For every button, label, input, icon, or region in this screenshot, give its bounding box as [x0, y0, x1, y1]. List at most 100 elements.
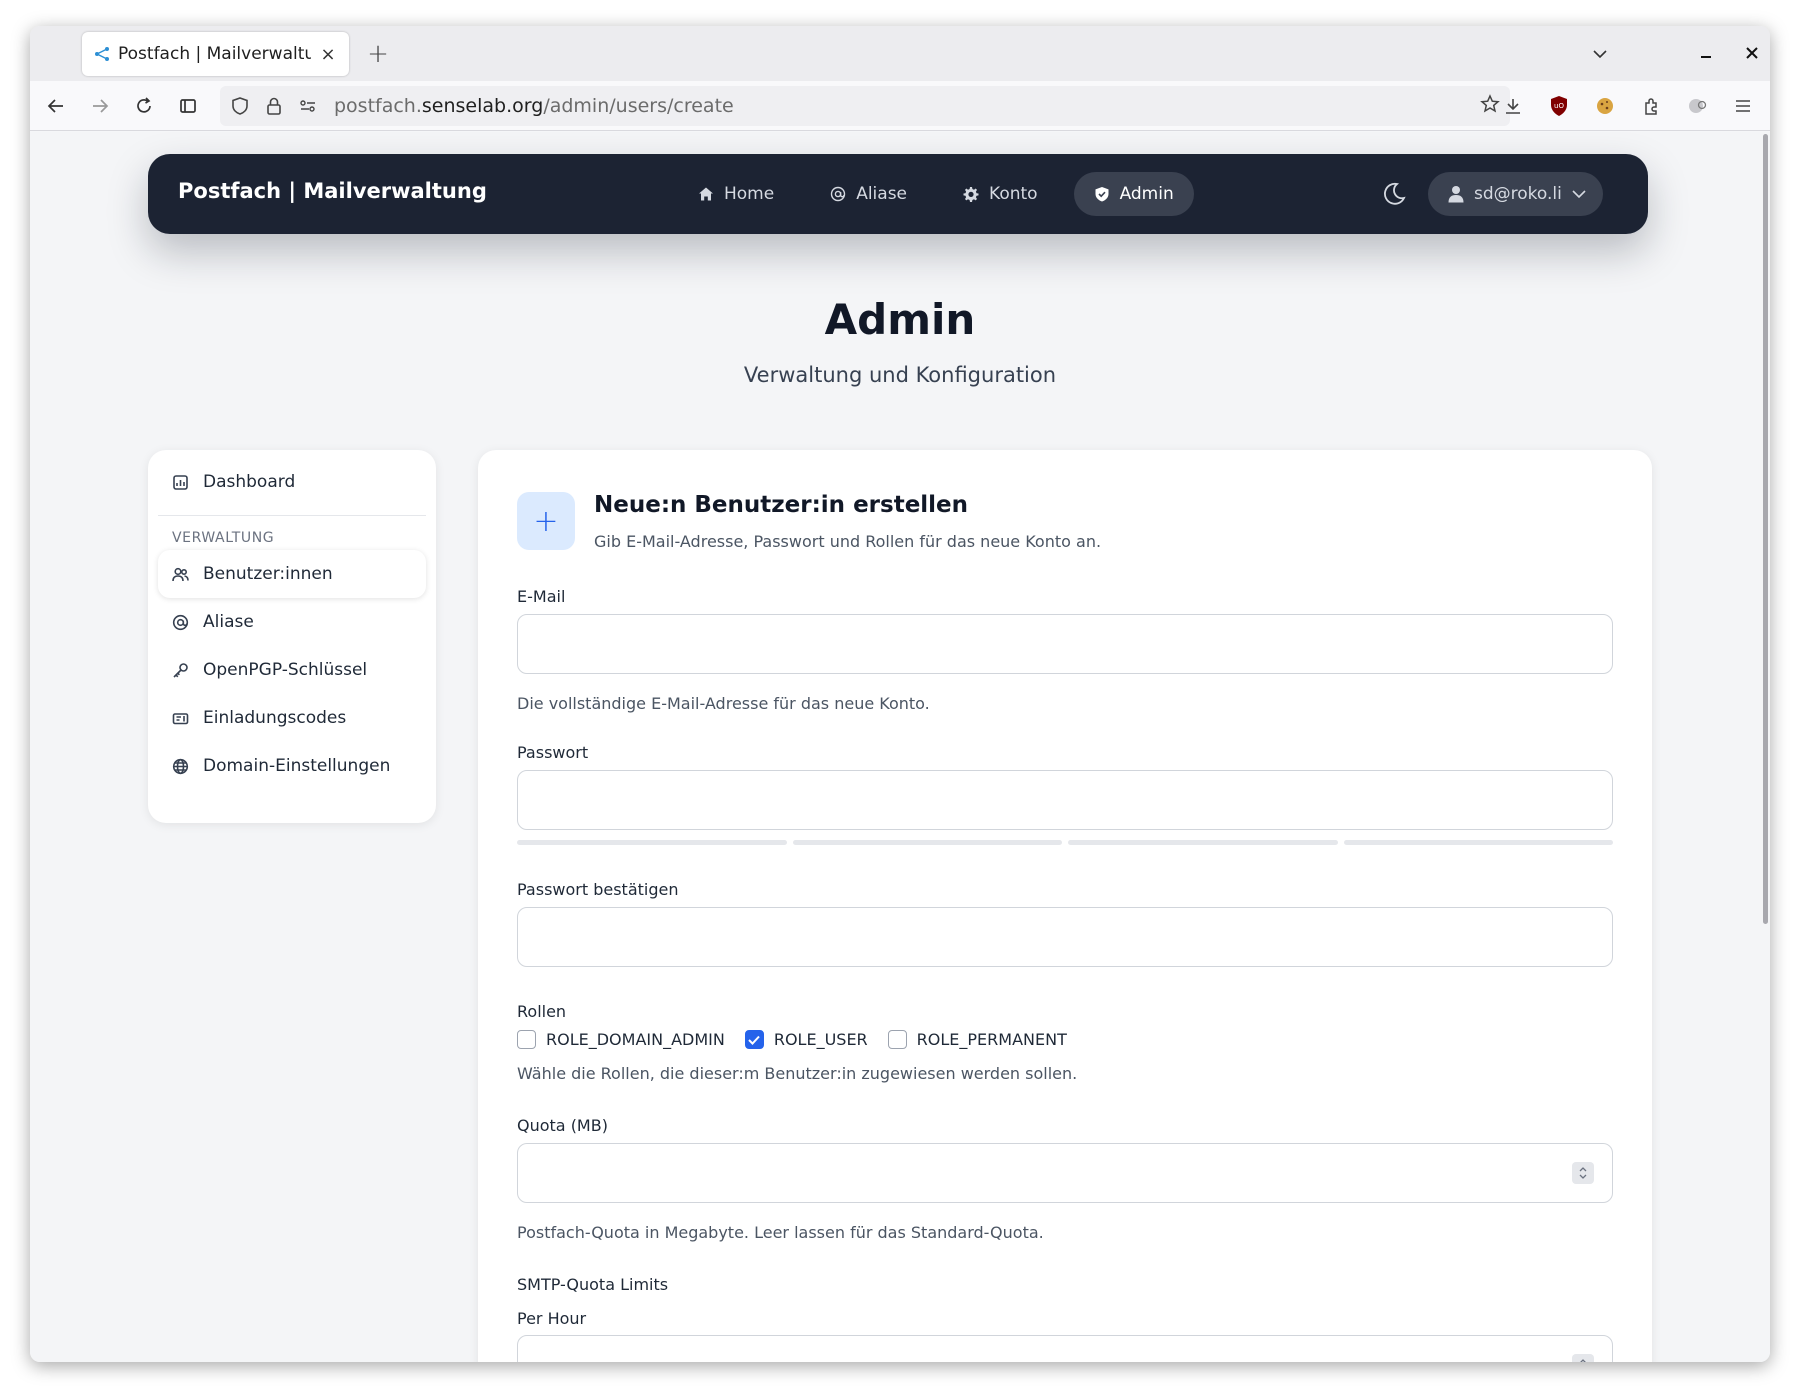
number-spinner-icon[interactable] [1572, 1354, 1594, 1362]
tab-close-icon[interactable]: × [319, 44, 337, 65]
tab-title: Postfach | Mailverwaltung [118, 44, 311, 64]
bookmark-star-icon[interactable] [1480, 94, 1500, 119]
page-scrollbar[interactable] [1763, 134, 1768, 924]
reload-icon[interactable] [122, 86, 166, 126]
strength-segment [1068, 840, 1338, 845]
sidebar-item-label: Dashboard [203, 472, 296, 492]
back-icon[interactable] [34, 86, 78, 126]
browser-toolbar: postfach.senselab.org/admin/users/create… [30, 81, 1770, 131]
nav-admin[interactable]: Admin [1073, 172, 1194, 216]
quota-field[interactable] [517, 1143, 1613, 1203]
menu-icon[interactable] [1730, 93, 1756, 119]
smtp-quota-label: SMTP-Quota Limits [517, 1275, 669, 1294]
tab-list-icon[interactable] [1592, 43, 1608, 64]
sidebar-item-label: Aliase [203, 612, 254, 632]
quota-help: Postfach-Quota in Megabyte. Leer lassen … [517, 1223, 1044, 1242]
nav-aliase[interactable]: Aliase [810, 172, 927, 216]
nav-home[interactable]: Home [678, 172, 794, 216]
account-icon[interactable] [1684, 93, 1710, 119]
tab-strip: Postfach | Mailverwaltung × + [30, 26, 1770, 81]
quota-label: Quota (MB) [517, 1116, 608, 1135]
sidebar-item-domain-settings[interactable]: Domain-Einstellungen [158, 742, 426, 790]
home-icon [699, 187, 713, 201]
browser-window: Postfach | Mailverwaltung × + [30, 26, 1770, 1362]
admin-sidebar: Dashboard VERWALTUNG Benutzer:innen Alia… [148, 450, 436, 823]
page-viewport: Postfach | Mailverwaltung Home Aliase Ko… [30, 132, 1770, 1362]
sidebar-item-users[interactable]: Benutzer:innen [158, 550, 426, 598]
role-label: ROLE_USER [773, 1030, 868, 1049]
role-permanent-checkbox[interactable] [887, 1030, 907, 1049]
sidebar-item-invite-codes[interactable]: Einladungscodes [158, 694, 426, 742]
nav-aliase-label: Aliase [856, 184, 908, 204]
users-icon [172, 567, 189, 581]
role-user[interactable]: ROLE_USER [744, 1030, 868, 1049]
favicon-icon [94, 46, 110, 62]
key-icon [173, 662, 188, 678]
nav-links: Home Aliase Konto Admin [678, 172, 1194, 216]
sidebar-item-label: OpenPGP-Schlüssel [203, 660, 368, 680]
nav-konto-label: Konto [989, 184, 1038, 204]
create-user-card: + Neue:n Benutzer:in erstellen Gib E-Mai… [478, 450, 1652, 1362]
checkmark-icon [748, 1035, 761, 1045]
tracking-shield-icon[interactable] [228, 94, 252, 118]
nav-home-label: Home [724, 184, 775, 204]
url-host-prefix: postfach. [334, 95, 422, 117]
email-label: E-Mail [517, 587, 566, 606]
page-subtitle: Verwaltung und Konfiguration [743, 363, 1057, 387]
sidebar-section-title: VERWALTUNG [172, 530, 275, 546]
minimize-icon[interactable] [1700, 43, 1712, 64]
extensions-icon[interactable] [1638, 93, 1664, 119]
per-hour-label: Per Hour [517, 1309, 587, 1328]
url-path: /admin/users/create [543, 95, 734, 117]
user-menu-button[interactable]: sd@roko.li [1428, 172, 1603, 216]
window-controls [1592, 26, 1758, 81]
ublock-shield-icon[interactable]: uO [1546, 93, 1572, 119]
page-title: Admin [824, 295, 976, 344]
svg-text:uO: uO [1554, 102, 1564, 110]
brand-title[interactable]: Postfach | Mailverwaltung [178, 179, 487, 203]
role-label: ROLE_PERMANENT [916, 1030, 1067, 1049]
ticket-icon [172, 712, 189, 724]
nav-admin-label: Admin [1119, 184, 1174, 204]
url-host: senselab.org [421, 95, 544, 117]
lock-icon[interactable] [262, 94, 286, 118]
nav-konto[interactable]: Konto [943, 172, 1058, 216]
email-field[interactable] [517, 614, 1613, 674]
url-text[interactable]: postfach.senselab.org/admin/users/create [334, 95, 734, 117]
sidebar-item-openpgp[interactable]: OpenPGP-Schlüssel [158, 646, 426, 694]
role-user-checkbox[interactable] [744, 1030, 764, 1049]
forward-icon[interactable] [78, 86, 122, 126]
url-bar[interactable]: postfach.senselab.org/admin/users/create [220, 86, 1510, 126]
per-hour-field[interactable] [517, 1335, 1613, 1362]
at-icon [172, 614, 189, 630]
globe-icon [172, 758, 189, 774]
site-permissions-icon[interactable] [296, 94, 320, 118]
cookie-icon[interactable] [1592, 93, 1618, 119]
gear-icon [963, 187, 979, 202]
theme-toggle-moon-icon[interactable] [1380, 180, 1408, 208]
role-domain-admin-checkbox[interactable] [517, 1030, 536, 1049]
roles-label: Rollen [517, 1002, 567, 1021]
sidebar-item-label: Einladungscodes [203, 708, 347, 728]
chevron-down-icon [1572, 189, 1586, 198]
role-permanent[interactable]: ROLE_PERMANENT [887, 1030, 1067, 1049]
new-tab-button[interactable]: + [360, 36, 396, 72]
sidebar-item-label: Benutzer:innen [203, 564, 333, 584]
form-title: Neue:n Benutzer:in erstellen [594, 492, 969, 518]
password-confirm-field[interactable] [517, 907, 1613, 967]
password-strength-meter [517, 840, 1613, 845]
password-confirm-label: Passwort bestätigen [517, 880, 679, 899]
role-domain-admin[interactable]: ROLE_DOMAIN_ADMIN [517, 1030, 725, 1049]
roles-help: Wähle die Rollen, die dieser:m Benutzer:… [517, 1064, 1078, 1083]
sidebar-item-aliases[interactable]: Aliase [158, 598, 426, 646]
browser-tab[interactable]: Postfach | Mailverwaltung × [82, 32, 349, 76]
download-icon[interactable] [1500, 93, 1526, 119]
close-window-icon[interactable] [1746, 43, 1758, 64]
sidebar-item-dashboard[interactable]: Dashboard [158, 458, 426, 506]
sidebar-toggle-icon[interactable] [166, 86, 210, 126]
strength-segment [517, 840, 787, 845]
role-label: ROLE_DOMAIN_ADMIN [546, 1030, 725, 1049]
at-icon [831, 186, 846, 202]
password-field[interactable] [517, 770, 1613, 830]
number-spinner-icon[interactable] [1572, 1162, 1594, 1184]
